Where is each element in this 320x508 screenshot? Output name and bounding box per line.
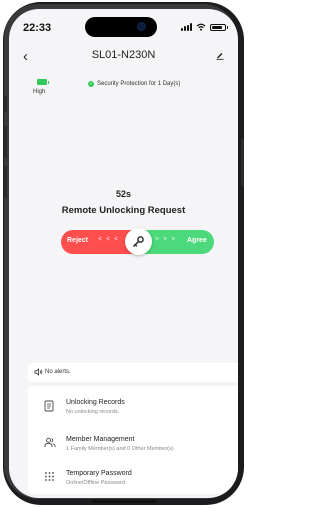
battery-icon xyxy=(210,23,228,31)
menu-item-title: Unlocking Records xyxy=(66,399,125,406)
countdown-timer: 52s xyxy=(115,189,132,199)
menu-item-member-management[interactable]: Member Management 1 Family Member(s) and… xyxy=(28,429,238,461)
keypad-icon xyxy=(45,472,54,481)
device-title: SL01-N230N xyxy=(91,49,156,61)
list-icon xyxy=(44,400,54,412)
home-indicator[interactable] xyxy=(91,500,157,503)
side-button-mute xyxy=(4,96,7,112)
device-battery-icon xyxy=(37,79,49,85)
right-chevrons: > > > xyxy=(155,236,177,243)
menu-item-temporary-password[interactable]: Temporary Password Online/Offline Passwo… xyxy=(28,463,238,495)
reject-label: Reject xyxy=(67,237,89,244)
app-screen: 22:33 ‹ SL01-N230N High ✓ Security Prote… xyxy=(9,9,238,498)
camera-icon xyxy=(137,22,146,31)
status-time: 22:33 xyxy=(23,22,52,34)
menu-item-subtitle: 1 Family Member(s) and 0 Other Member(s) xyxy=(66,446,174,452)
pencil-icon[interactable] xyxy=(215,47,225,65)
menu-item-subtitle: Online/Offline Password xyxy=(66,480,125,486)
menu-item-title: Temporary Password xyxy=(66,470,132,477)
security-status: ✓ Security Protection for 1 Day(s) xyxy=(88,81,180,87)
key-icon xyxy=(133,236,144,247)
dynamic-island xyxy=(85,17,157,37)
battery-level-label: High xyxy=(33,89,46,95)
menu-item-subtitle: No unlocking records. xyxy=(66,409,120,415)
side-button-power xyxy=(241,138,244,186)
side-button-volume-up xyxy=(4,126,7,158)
menu-card: Unlocking Records No unlocking records. … xyxy=(28,386,238,494)
left-chevrons: < < < xyxy=(98,236,120,243)
members-icon xyxy=(44,437,56,448)
agree-label: Agree xyxy=(187,237,207,244)
status-icons xyxy=(181,23,228,31)
security-text: Security Protection for 1 Day(s) xyxy=(97,81,181,87)
cellular-signal-icon xyxy=(181,23,192,31)
slider-knob[interactable] xyxy=(125,228,152,255)
shield-check-icon: ✓ xyxy=(88,81,94,87)
menu-item-unlocking-records[interactable]: Unlocking Records No unlocking records. xyxy=(28,392,238,424)
alerts-card[interactable]: No alerts. xyxy=(28,363,238,382)
speaker-icon xyxy=(34,368,43,376)
side-button-volume-down xyxy=(4,166,7,198)
alerts-text: No alerts. xyxy=(45,369,71,375)
wifi-icon xyxy=(196,23,206,31)
request-title: Remote Unlocking Request xyxy=(61,205,186,216)
menu-item-title: Member Management xyxy=(66,436,135,443)
